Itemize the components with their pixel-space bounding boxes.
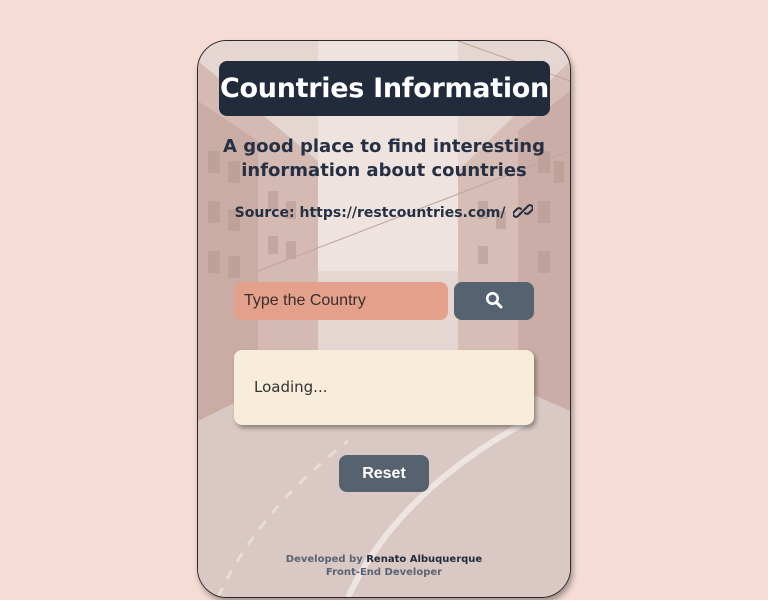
source-text: Source: https://restcountries.com/ — [234, 205, 506, 221]
page-title: Countries Information — [220, 73, 549, 104]
title-banner: Countries Information — [219, 61, 550, 116]
footer-role: Front-End Developer — [325, 567, 443, 578]
footer-author-name: Renato Albuquerque — [366, 554, 483, 565]
country-search-input[interactable] — [234, 282, 448, 320]
result-panel: Loading... — [234, 350, 534, 425]
search-button[interactable] — [454, 282, 534, 320]
source-line: Source: https://restcountries.com/ — [198, 204, 570, 222]
page-subtitle: A good place to find interesting informa… — [223, 136, 545, 181]
app-card: Countries Information A good place to fi… — [197, 40, 571, 598]
reset-button[interactable]: Reset — [339, 455, 429, 492]
loading-text: Loading... — [254, 378, 328, 396]
footer: Developed by Renato Albuquerque Front-En… — [198, 553, 570, 579]
footer-credit-line: Developed by Renato Albuquerque — [198, 553, 570, 566]
link-icon[interactable] — [512, 204, 535, 222]
footer-developed-by: Developed by — [285, 554, 363, 565]
search-icon — [485, 291, 503, 312]
